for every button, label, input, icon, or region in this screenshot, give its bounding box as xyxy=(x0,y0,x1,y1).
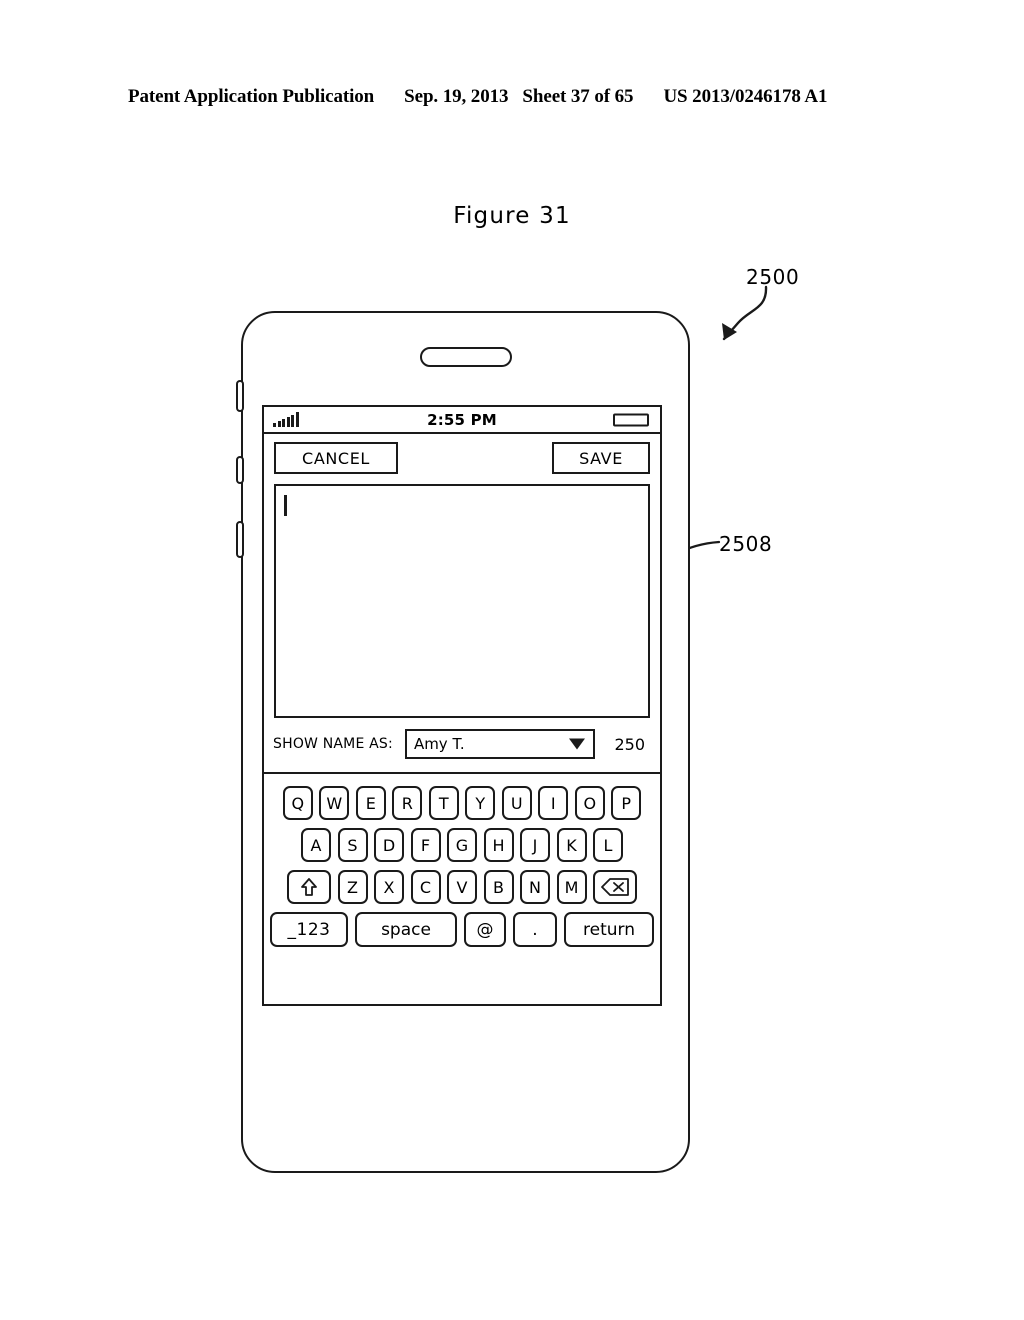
key-j[interactable]: J xyxy=(520,828,550,862)
backspace-icon xyxy=(601,878,629,896)
show-name-as-value: Amy T. xyxy=(413,735,465,753)
phone-screen: 2:55 PM CANCEL SAVE SHOW NAME AS: Amy T.… xyxy=(262,405,662,1006)
editor-toolbar: CANCEL SAVE xyxy=(264,434,660,482)
key-a[interactable]: A xyxy=(301,828,331,862)
character-count: 250 xyxy=(614,734,645,754)
patent-number: US 2013/0246178 A1 xyxy=(663,86,828,107)
key-d[interactable]: D xyxy=(374,828,404,862)
key-y[interactable]: Y xyxy=(465,786,496,820)
key-h[interactable]: H xyxy=(483,828,514,862)
return-key[interactable]: return xyxy=(564,912,654,947)
battery-icon xyxy=(613,413,649,426)
publication-date: Sep. 19, 2013 xyxy=(404,86,509,107)
message-text-area[interactable] xyxy=(274,484,650,718)
key-p[interactable]: P xyxy=(611,786,642,820)
figure-title: Figure 31 xyxy=(453,203,571,229)
status-bar-clock: 2:55 PM xyxy=(427,410,497,429)
space-key[interactable]: space xyxy=(355,912,457,947)
chevron-down-icon xyxy=(568,738,585,750)
key-v[interactable]: V xyxy=(447,870,477,904)
keyboard-row-2: A S D F G H J K L xyxy=(264,828,660,862)
phone-device: 2:55 PM CANCEL SAVE SHOW NAME AS: Amy T.… xyxy=(236,311,690,1173)
key-l[interactable]: L xyxy=(593,828,623,862)
key-g[interactable]: G xyxy=(447,828,477,862)
keyboard-row-4: _123 space @ . return xyxy=(264,912,660,947)
period-key[interactable]: . xyxy=(513,912,557,947)
key-q[interactable]: Q xyxy=(282,786,313,820)
callout-2508-label: 2508 xyxy=(719,532,773,556)
callout-2500-arrow-icon xyxy=(722,285,768,341)
side-button-middle[interactable] xyxy=(236,456,244,484)
key-r[interactable]: R xyxy=(392,786,423,820)
keyboard-row-1: Q W E R T Y U I O P xyxy=(264,786,660,820)
key-f[interactable]: F xyxy=(410,828,441,862)
on-screen-keyboard: Q W E R T Y U I O P A S D F G H J K L Z … xyxy=(264,772,660,1004)
sheet-number: Sheet 37 of 65 xyxy=(522,86,634,107)
show-name-as-row: SHOW NAME AS: Amy T. 250 xyxy=(264,718,660,770)
patent-figure-page: Patent Application Publication Sep. 19, … xyxy=(0,0,1024,1320)
key-c[interactable]: C xyxy=(410,870,441,904)
key-b[interactable]: B xyxy=(483,870,514,904)
signal-bars-icon xyxy=(273,411,299,427)
save-button[interactable]: SAVE xyxy=(552,442,650,474)
key-m[interactable]: M xyxy=(556,870,587,904)
key-x[interactable]: X xyxy=(374,870,404,904)
key-n[interactable]: N xyxy=(520,870,550,904)
at-key[interactable]: @ xyxy=(464,912,506,947)
show-name-as-label: SHOW NAME AS: xyxy=(273,736,393,752)
key-i[interactable]: I xyxy=(538,786,569,820)
key-z[interactable]: Z xyxy=(337,870,368,904)
key-u[interactable]: U xyxy=(501,786,532,820)
backspace-key[interactable] xyxy=(593,870,637,904)
publication-label: Patent Application Publication xyxy=(128,86,375,107)
key-s[interactable]: S xyxy=(337,828,368,862)
key-o[interactable]: O xyxy=(574,786,605,820)
key-w[interactable]: W xyxy=(319,786,350,820)
cancel-button[interactable]: CANCEL xyxy=(274,442,398,474)
status-bar: 2:55 PM xyxy=(264,407,660,434)
text-caret xyxy=(284,495,287,516)
shift-arrow-icon xyxy=(301,878,317,896)
key-t[interactable]: T xyxy=(428,786,459,820)
key-k[interactable]: K xyxy=(556,828,587,862)
shift-key[interactable] xyxy=(287,870,331,904)
side-button-lower[interactable] xyxy=(236,521,244,558)
speaker-grille-icon xyxy=(419,347,512,367)
keyboard-row-3: Z X C V B N M xyxy=(264,870,660,904)
show-name-as-dropdown[interactable]: Amy T. xyxy=(404,729,595,759)
side-button-top[interactable] xyxy=(236,380,244,412)
numeric-mode-key[interactable]: _123 xyxy=(270,912,348,947)
key-e[interactable]: E xyxy=(355,786,386,820)
patent-header: Patent Application Publication Sep. 19, … xyxy=(128,86,888,108)
